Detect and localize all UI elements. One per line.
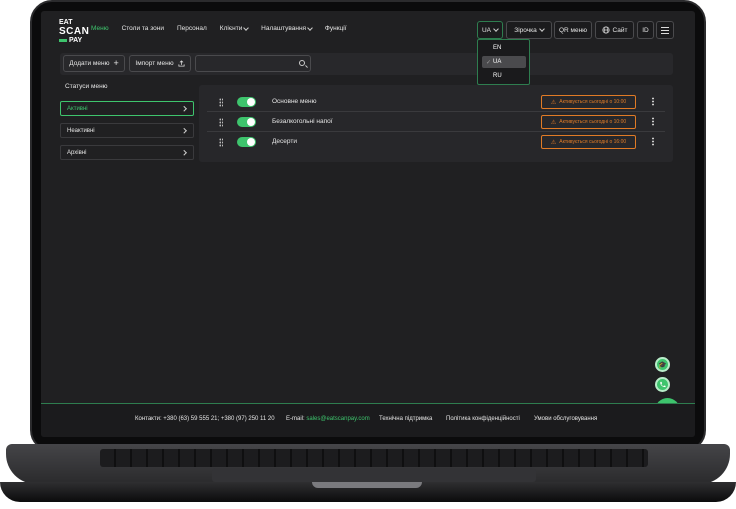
page-footer: Контакти: +380 (63) 59 555 21; +380 (97)… — [41, 403, 695, 437]
chevron-right-icon — [180, 106, 186, 111]
graduation-cap-icon: 🎓 — [658, 361, 667, 369]
sidebar-title: Статуси меню — [65, 83, 108, 90]
site-button[interactable]: Сайт — [595, 21, 634, 39]
language-select[interactable]: UA — [477, 21, 503, 39]
sidebar-item-label: Активні — [67, 105, 88, 112]
enable-toggle[interactable] — [237, 117, 256, 127]
language-dropdown: EN ✓ UA RU — [477, 39, 530, 85]
logo-line-3: PAY — [69, 37, 83, 44]
menu-name[interactable]: Десерти — [272, 138, 297, 145]
id-button[interactable]: ID — [637, 21, 654, 39]
nav-item-settings[interactable]: Налаштування — [261, 25, 313, 32]
search-icon — [299, 60, 305, 66]
logo-line-3-wrap: PAY — [59, 37, 89, 45]
language-option-ua[interactable]: ✓ UA — [482, 56, 526, 68]
top-header: EAT SCAN PAY Меню Столи та зони Персонал… — [41, 11, 695, 49]
sidebar-item-active[interactable]: Активні — [60, 101, 194, 116]
list-item: Основне меню ⚠ Активується сьогодні о 10:… — [199, 92, 673, 112]
app-screen: EAT SCAN PAY Меню Столи та зони Персонал… — [41, 11, 695, 437]
logo-bar-icon — [59, 38, 67, 42]
logo-line-2: SCAN — [59, 26, 90, 37]
nav-item-menu[interactable]: Меню — [91, 25, 109, 32]
sidebar-item-label: Неактивні — [67, 127, 95, 134]
globe-icon — [601, 26, 610, 34]
footer-support-link[interactable]: Технічна підтримка — [379, 416, 432, 422]
keyboard — [100, 449, 648, 467]
status-badge-text: Активується сьогодні о 10:00 — [559, 119, 627, 125]
nav-item-staff[interactable]: Персонал — [177, 25, 207, 32]
sidebar-item-label: Архівні — [67, 149, 87, 156]
nav-item-functions[interactable]: Функції — [325, 25, 347, 32]
laptop-deck — [6, 444, 730, 484]
enable-toggle[interactable] — [237, 97, 256, 107]
laptop-base — [0, 444, 736, 504]
drag-handle-icon[interactable] — [219, 98, 223, 107]
language-select-value: UA — [481, 26, 492, 34]
status-badge: ⚠ Активується сьогодні о 10:00 — [541, 115, 636, 129]
add-menu-button[interactable]: Додати меню + — [63, 55, 125, 72]
main-nav: Меню Столи та зони Персонал Клієнти Нала… — [91, 25, 360, 32]
star-select-label: Зірочка — [514, 26, 537, 34]
sidebar-item-inactive[interactable]: Неактивні — [60, 123, 194, 138]
call-button[interactable] — [655, 377, 670, 392]
nav-item-clients-label: Клієнти — [219, 25, 243, 32]
drag-handle-icon[interactable] — [219, 138, 223, 147]
drag-handle-icon[interactable] — [219, 118, 223, 127]
nav-item-clients[interactable]: Клієнти — [219, 25, 249, 32]
nav-item-settings-label: Налаштування — [261, 25, 307, 32]
education-button[interactable]: 🎓 — [655, 357, 670, 372]
eatscanpay-logo[interactable]: EAT SCAN PAY — [59, 19, 89, 45]
laptop-hinge-notch — [312, 482, 422, 488]
trackpad — [212, 468, 536, 482]
more-options-icon[interactable] — [652, 117, 654, 126]
star-select[interactable]: Зірочка — [506, 21, 552, 39]
import-menu-label: Імпорт меню — [135, 60, 174, 67]
list-item: Десерти ⚠ Активується сьогодні о 16:00 — [199, 132, 673, 152]
more-options-icon[interactable] — [652, 137, 654, 146]
menu-list: Основне меню ⚠ Активується сьогодні о 10:… — [199, 85, 673, 162]
menu-name[interactable]: Безалкогольні напої — [272, 118, 333, 125]
language-option-ua-label: UA — [493, 59, 502, 65]
enable-toggle[interactable] — [237, 137, 256, 147]
chevron-down-icon — [538, 26, 545, 32]
upload-icon — [178, 60, 185, 67]
status-sidebar: Статуси меню Активні Неактивні Архівні — [60, 83, 194, 167]
chevron-right-icon — [180, 150, 186, 155]
footer-email-label: E-mail: — [286, 416, 307, 422]
language-option-en[interactable]: EN — [482, 42, 526, 54]
hamburger-button[interactable] — [656, 21, 674, 39]
more-options-icon[interactable] — [652, 97, 654, 106]
warning-icon: ⚠ — [550, 99, 557, 106]
nav-item-tables[interactable]: Столи та зони — [122, 25, 164, 32]
import-menu-button[interactable]: Імпорт меню — [129, 55, 191, 72]
menu-toolbar: Додати меню + Імпорт меню — [60, 53, 673, 75]
status-badge: ⚠ Активується сьогодні о 10:00 — [541, 95, 636, 109]
warning-icon: ⚠ — [550, 139, 557, 146]
search-input[interactable] — [195, 55, 311, 72]
hamburger-icon — [661, 26, 669, 34]
menu-name[interactable]: Основне меню — [272, 98, 317, 105]
qr-menu-button[interactable]: QR меню — [554, 21, 592, 39]
list-item: Безалкогольні напої ⚠ Активується сьогодн… — [199, 112, 673, 132]
chevron-down-icon — [243, 25, 249, 31]
status-badge: ⚠ Активується сьогодні о 16:00 — [541, 135, 636, 149]
chevron-down-icon — [493, 26, 499, 32]
status-badge-text: Активується сьогодні о 16:00 — [559, 139, 627, 145]
language-option-ru[interactable]: RU — [482, 70, 526, 82]
chevron-down-icon — [307, 25, 313, 31]
plus-icon: + — [113, 58, 119, 68]
chevron-right-icon — [180, 128, 186, 133]
footer-terms-link[interactable]: Умови обслуговування — [534, 416, 597, 422]
footer-email-wrap: E-mail: sales@eatscanpay.com — [286, 416, 370, 422]
warning-icon: ⚠ — [550, 119, 557, 126]
status-badge-text: Активується сьогодні о 10:00 — [559, 99, 627, 105]
phone-icon — [660, 381, 666, 388]
footer-contacts: Контакти: +380 (63) 59 555 21; +380 (97)… — [135, 416, 275, 422]
footer-privacy-link[interactable]: Політика конфіденційності — [446, 416, 520, 422]
site-button-label: Сайт — [612, 26, 628, 34]
footer-email-link[interactable]: sales@eatscanpay.com — [306, 416, 369, 422]
sidebar-item-archived[interactable]: Архівні — [60, 145, 194, 160]
check-icon: ✓ — [486, 59, 492, 66]
add-menu-label: Додати меню — [69, 60, 110, 67]
